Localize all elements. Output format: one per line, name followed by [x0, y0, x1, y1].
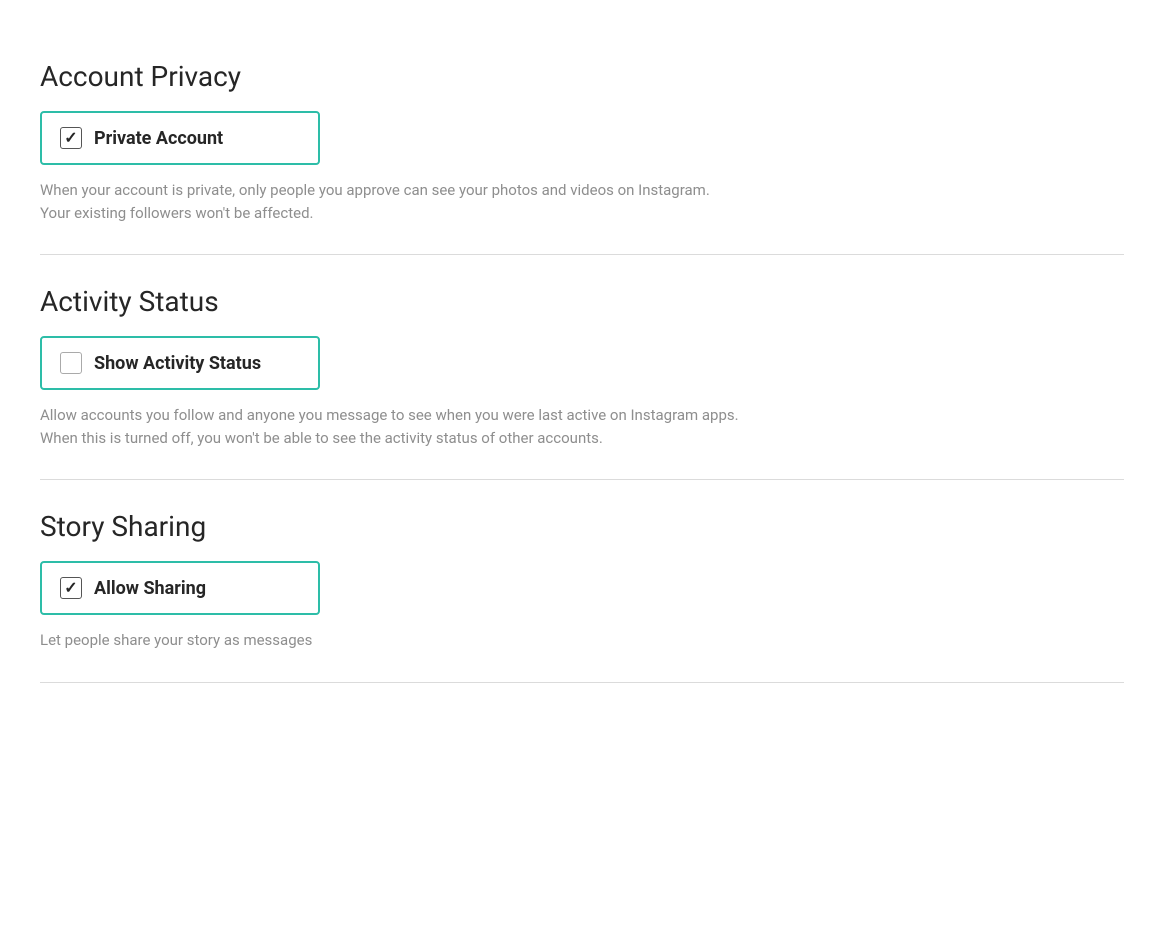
activity-status-description: Allow accounts you follow and anyone you… [40, 404, 740, 449]
show-activity-status-checkbox-row[interactable]: Show Activity Status [40, 336, 320, 390]
show-activity-status-label: Show Activity Status [94, 353, 261, 374]
account-privacy-title: Account Privacy [40, 60, 1124, 93]
divider-1 [40, 254, 1124, 255]
allow-sharing-label: Allow Sharing [94, 578, 206, 599]
show-activity-status-checkbox[interactable] [60, 352, 82, 374]
activity-status-section: Activity Status Show Activity Status All… [40, 285, 1124, 449]
account-privacy-section: Account Privacy ✓ Private Account When y… [40, 60, 1124, 224]
allow-sharing-checkbox-row[interactable]: ✓ Allow Sharing [40, 561, 320, 615]
private-account-checkbox-row[interactable]: ✓ Private Account [40, 111, 320, 165]
private-account-label: Private Account [94, 128, 223, 149]
story-sharing-section: Story Sharing ✓ Allow Sharing Let people… [40, 510, 1124, 652]
allow-sharing-checkmark: ✓ [64, 580, 77, 596]
allow-sharing-checkbox[interactable]: ✓ [60, 577, 82, 599]
private-account-checkbox[interactable]: ✓ [60, 127, 82, 149]
activity-status-title: Activity Status [40, 285, 1124, 318]
private-account-checkmark: ✓ [64, 130, 77, 146]
story-sharing-description: Let people share your story as messages [40, 629, 740, 652]
account-privacy-description: When your account is private, only peopl… [40, 179, 740, 224]
divider-3 [40, 682, 1124, 683]
divider-2 [40, 479, 1124, 480]
story-sharing-title: Story Sharing [40, 510, 1124, 543]
